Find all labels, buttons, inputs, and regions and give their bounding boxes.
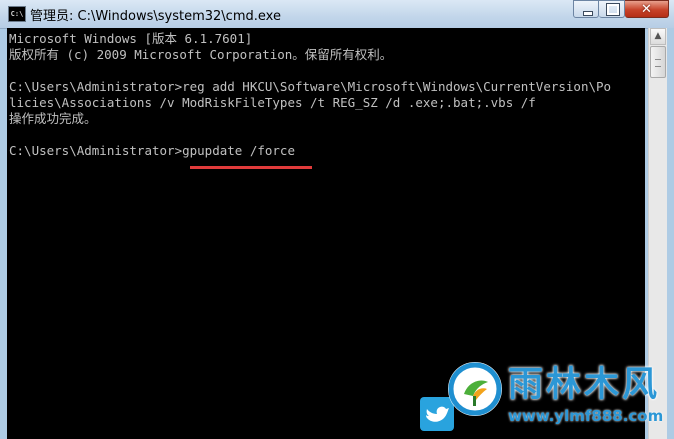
maximize-icon <box>606 3 620 16</box>
cmd-window: C:\ 管理员: C:\Windows\system32\cmd.exe ✕ M… <box>0 0 674 439</box>
minimize-button[interactable] <box>573 0 599 18</box>
close-icon: ✕ <box>641 2 652 17</box>
window-frame-right <box>667 28 674 439</box>
caption-buttons: ✕ <box>573 0 669 20</box>
cmd-app-icon[interactable]: C:\ <box>8 6 26 22</box>
window-title: 管理员: C:\Windows\system32\cmd.exe <box>30 9 281 24</box>
console-line: 版权所有 (c) 2009 Microsoft Corporation。保留所有… <box>9 47 393 62</box>
ylmf-logo-icon <box>448 362 502 416</box>
minimize-icon <box>583 11 593 16</box>
close-button[interactable]: ✕ <box>625 0 669 18</box>
console-line: licies\Associations /v ModRiskFileTypes … <box>9 95 536 110</box>
console-line-current-command: C:\Users\Administrator>gpupdate /force <box>9 143 295 158</box>
title-bar[interactable]: C:\ 管理员: C:\Windows\system32\cmd.exe ✕ <box>0 0 674 29</box>
maximize-button[interactable] <box>599 0 625 18</box>
watermark-url: www.ylmf888.com <box>508 407 664 425</box>
red-underline-annotation <box>190 166 312 169</box>
scroll-thumb[interactable] <box>650 46 666 78</box>
watermark-text: 雨林木风 <box>508 365 661 405</box>
scroll-up-arrow-icon[interactable]: ▲ <box>650 28 666 45</box>
console-line: 操作成功完成。 <box>9 111 97 126</box>
grip-icon <box>655 59 661 67</box>
console-line: Microsoft Windows [版本 6.1.7601] <box>9 31 253 46</box>
console-line: C:\Users\Administrator>reg add HKCU\Soft… <box>9 79 612 94</box>
